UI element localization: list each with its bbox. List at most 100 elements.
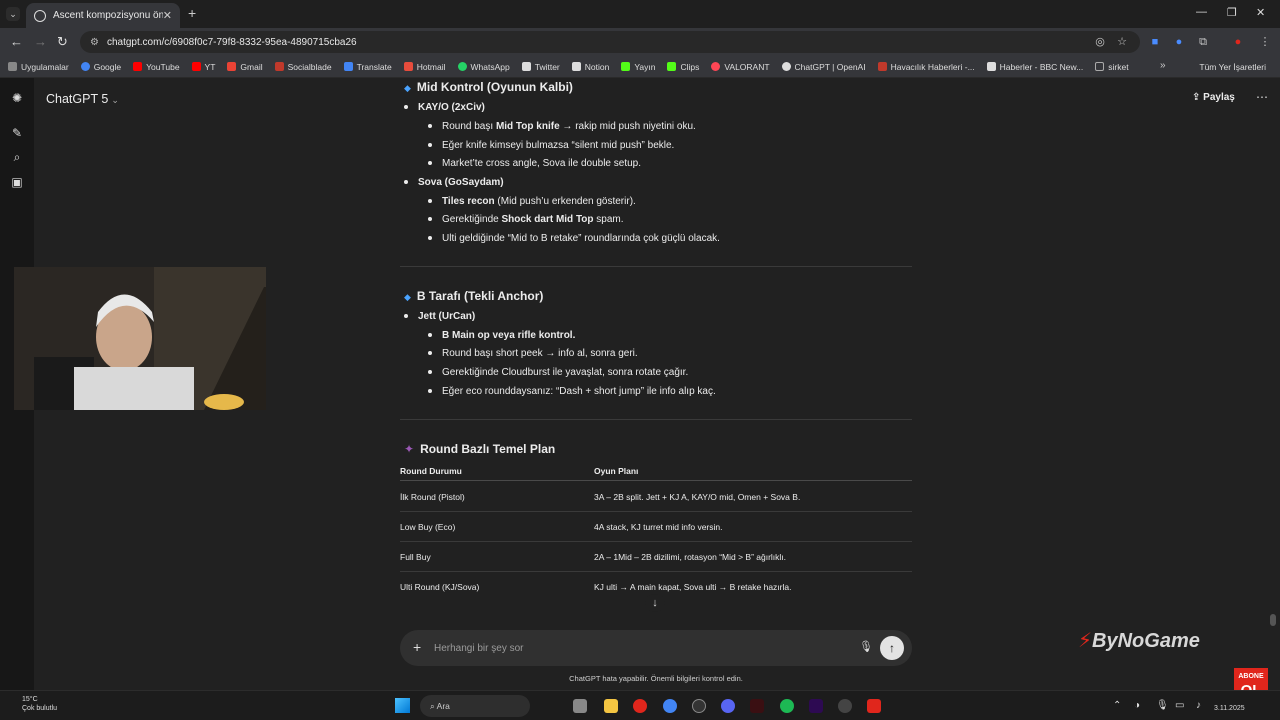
bynogame-mark-icon: ⚡ <box>1078 630 1093 652</box>
bookmark-item[interactable]: ChatGPT | OpenAI <box>781 62 866 72</box>
translate-extension-icon[interactable]: ■ <box>1148 35 1162 49</box>
premiere-icon[interactable] <box>809 699 823 713</box>
opera-icon[interactable] <box>633 699 647 713</box>
section-heading-mid: ◆ Mid Kontrol (Oyunun Kalbi) <box>404 80 573 94</box>
search-icon: ⌕ <box>430 701 437 711</box>
bookmark-item[interactable]: Translate <box>343 62 392 72</box>
windows-start-icon[interactable] <box>395 698 410 713</box>
close-window-icon[interactable]: ✕ <box>1256 6 1265 19</box>
taskbar-search[interactable]: ⌕ Ara <box>420 695 530 717</box>
chrome-icon[interactable] <box>663 699 677 713</box>
forward-icon[interactable]: → <box>34 34 47 49</box>
bookmark-item[interactable]: Notion <box>571 62 609 72</box>
webcam-overlay <box>14 267 266 410</box>
valorant-icon[interactable] <box>750 699 764 713</box>
bookmark-item[interactable]: Twitter <box>521 62 560 72</box>
tray-mic-icon[interactable]: 🎙 <box>1156 700 1169 711</box>
divider <box>400 480 912 481</box>
attach-plus-icon[interactable]: + <box>413 639 421 655</box>
bookmark-star-icon[interactable]: ☆ <box>1115 35 1129 49</box>
address-bar[interactable]: ⚙ chatgpt.com/c/6908f0c7-79f8-8332-95ea-… <box>80 31 1140 53</box>
extensions-puzzle-icon[interactable]: ⧉ <box>1196 35 1210 49</box>
profile-avatar-icon[interactable]: ● <box>1231 35 1245 49</box>
discord-icon[interactable] <box>721 699 735 713</box>
table-header: Oyun Planı <box>594 466 639 476</box>
eye-off-icon[interactable]: ◎ <box>1093 35 1107 49</box>
chevron-up-icon[interactable]: ⌃ <box>1113 700 1121 711</box>
minimize-icon[interactable]: — <box>1196 6 1207 18</box>
app-icon[interactable] <box>867 699 881 713</box>
table-cell: KJ ulti → A main kapat, Sova ulti → B re… <box>594 582 792 592</box>
tray-app-icon[interactable]: ◑ <box>1134 700 1140 711</box>
table-cell: Ulti Round (KJ/Sova) <box>400 582 480 592</box>
reload-icon[interactable]: ↻ <box>57 34 68 50</box>
bookmark-item[interactable]: Gmail <box>227 62 263 72</box>
tray-network-icon[interactable]: ▭ <box>1175 700 1184 711</box>
divider <box>400 266 912 267</box>
new-chat-icon[interactable]: ✎ <box>10 126 24 140</box>
scroll-down-icon[interactable]: ↓ <box>645 594 665 612</box>
tray-volume-icon[interactable]: ♪ <box>1196 700 1201 711</box>
send-button[interactable]: ↑ <box>880 636 904 660</box>
list-item: Gerektiğinde Shock dart Mid Top spam. <box>428 214 624 225</box>
bookmark-item[interactable]: Socialblade <box>274 62 332 72</box>
taskbar: 15°C Çok bulutlu ⌕ Ara ⌃ ◑ 🎙 ▭ ♪ 3.11.20… <box>0 690 1280 720</box>
close-tab-icon[interactable]: ✕ <box>163 9 172 22</box>
bookmark-item[interactable]: Haberler - BBC New... <box>986 62 1083 72</box>
bookmark-item[interactable]: Havacılık Haberleri -... <box>877 62 975 72</box>
scrollbar[interactable] <box>1270 614 1276 626</box>
share-button[interactable]: ⇪ Paylaş <box>1192 92 1235 103</box>
bookmark-item[interactable]: Yayın <box>621 62 655 72</box>
all-bookmarks[interactable]: Tüm Yer İşaretleri <box>1199 62 1266 72</box>
app-icon[interactable] <box>838 699 852 713</box>
chatgpt-favicon-icon <box>34 9 46 22</box>
chevron-right-icon[interactable]: » <box>1160 60 1166 71</box>
bookmark-item[interactable]: YouTube <box>133 62 180 72</box>
list-item: B Main op veya rifle kontrol. <box>428 330 575 341</box>
tab-search-icon[interactable]: ⌄ <box>6 7 20 21</box>
url-text: chatgpt.com/c/6908f0c7-79f8-8332-95ea-48… <box>106 36 357 48</box>
chat-header: ChatGPT 5 ⌄ ⇪ Paylaş ⋯ <box>34 78 1280 118</box>
restore-icon[interactable]: ❐ <box>1227 6 1237 19</box>
file-explorer-icon[interactable] <box>604 699 618 713</box>
list-item: Ulti geldiğinde “Mid to B retake” roundl… <box>428 233 720 244</box>
browser-tab[interactable]: Ascent kompozisyonu önerisi ✕ <box>26 3 180 28</box>
bookmark-item[interactable]: Google <box>80 62 121 72</box>
model-selector[interactable]: ChatGPT 5 ⌄ <box>46 92 119 106</box>
table-cell: 4A stack, KJ turret mid info versin. <box>594 522 723 532</box>
bookmark-item[interactable]: Clips <box>667 62 699 72</box>
list-item: KAY/O (2xCiv) <box>404 102 485 113</box>
task-view-icon[interactable] <box>573 699 587 713</box>
bookmark-folder[interactable]: sirket <box>1095 62 1129 72</box>
new-tab-icon[interactable]: + <box>188 5 196 21</box>
more-options-icon[interactable]: ⋯ <box>1256 90 1268 104</box>
divider <box>400 419 912 420</box>
weather-widget[interactable]: 15°C Çok bulutlu <box>22 695 57 713</box>
browser-toolbar: ← → ↻ ⚙ chatgpt.com/c/6908f0c7-79f8-8332… <box>0 28 1280 56</box>
spotify-icon[interactable] <box>780 699 794 713</box>
table-cell: Full Buy <box>400 552 431 562</box>
browser-menu-icon[interactable]: ⋮ <box>1258 35 1272 49</box>
microphone-icon[interactable]: 🎙 <box>859 640 873 653</box>
blue-diamond-icon: ◆ <box>404 83 411 93</box>
bookmark-item[interactable]: YT <box>191 62 215 72</box>
bynogame-logo: ⚡ByNoGame <box>1078 630 1200 652</box>
divider <box>400 571 912 572</box>
bookmark-item[interactable]: Hotmail <box>403 62 446 72</box>
bookmark-item[interactable]: WhatsApp <box>457 62 510 72</box>
search-icon[interactable]: ⌕ <box>10 150 24 164</box>
list-item: Sova (GoSaydam) <box>404 177 504 188</box>
clock-date[interactable]: 3.11.2025 <box>1214 705 1245 712</box>
disclaimer: ChatGPT hata yapabilir. Önemli bilgileri… <box>569 674 743 683</box>
openai-logo-icon[interactable]: ✺ <box>10 91 24 105</box>
prompt-input[interactable] <box>434 639 834 657</box>
obs-icon[interactable] <box>692 699 706 713</box>
table-cell: 2A – 1Mid – 2B dizilimi, rotasyon “Mid >… <box>594 552 787 562</box>
site-info-icon[interactable]: ⚙ <box>90 37 99 48</box>
back-icon[interactable]: ← <box>10 34 23 49</box>
extension-icon[interactable]: ● <box>1172 35 1186 49</box>
library-icon[interactable]: ▣ <box>10 175 24 189</box>
chevron-down-icon: ⌄ <box>111 95 119 105</box>
bookmark-item[interactable]: VALORANT <box>711 62 770 72</box>
bookmark-item[interactable]: Uygulamalar <box>8 62 69 72</box>
